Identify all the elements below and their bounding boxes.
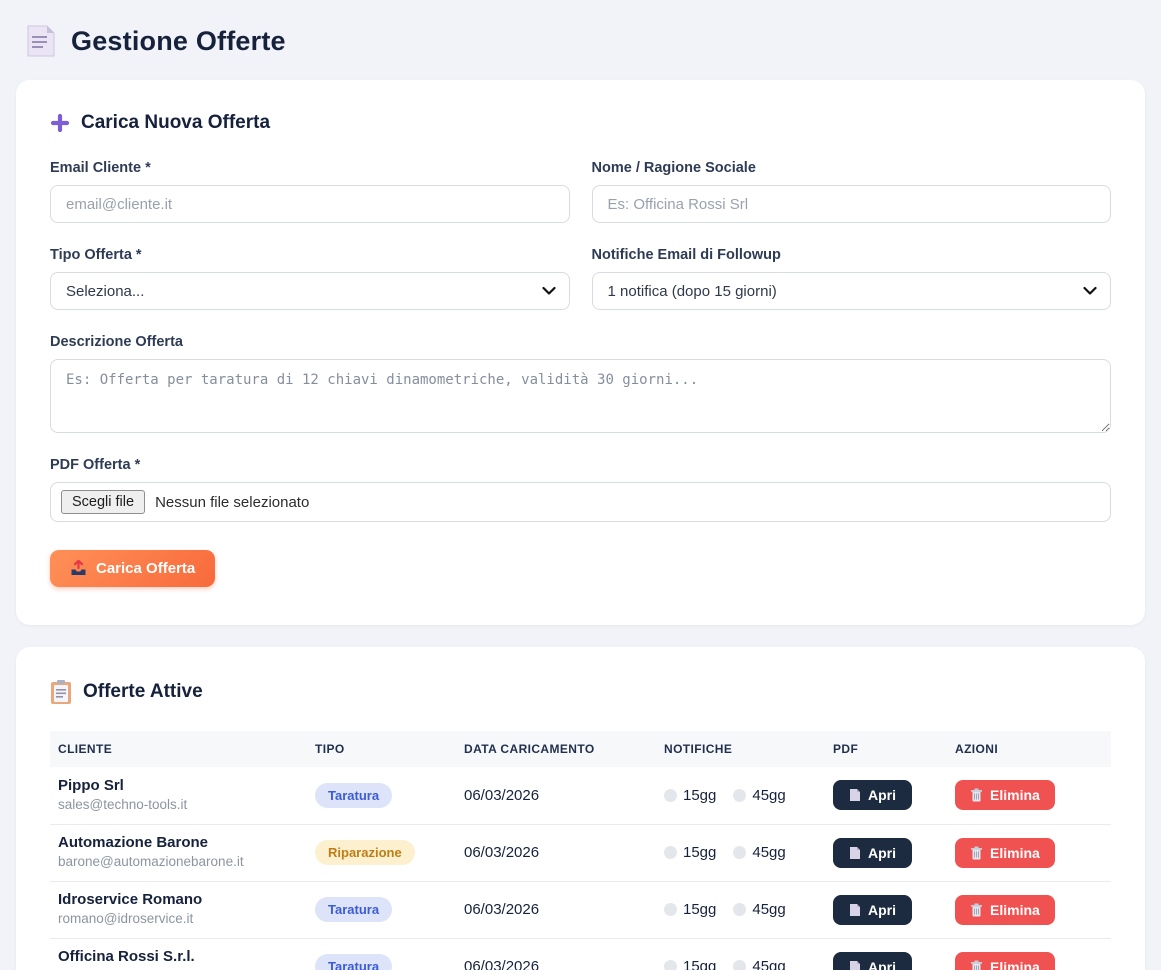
choose-file-button[interactable]: Scegli file: [61, 490, 145, 514]
notify-group: 15gg 45gg: [664, 958, 817, 970]
trash-icon: [970, 788, 983, 802]
notifications-label: Notifiche Email di Followup: [592, 247, 1112, 263]
client-email: romano@idroservice.it: [58, 910, 299, 928]
clipboard-icon: [50, 679, 72, 705]
page-header: Gestione Offerte: [0, 0, 1161, 58]
description-textarea[interactable]: [50, 359, 1111, 433]
open-pdf-button[interactable]: Apri: [833, 780, 912, 810]
table-row: Officina Rossi S.r.l. rossi@email.com Ta…: [50, 938, 1111, 970]
notifications-field-group: Notifiche Email di Followup 1 notifica (…: [592, 247, 1112, 310]
name-label: Nome / Ragione Sociale: [592, 160, 1112, 176]
checkbox-circle-icon: [733, 960, 746, 970]
upload-date: 06/03/2026: [456, 938, 656, 970]
email-input[interactable]: [50, 185, 570, 223]
active-offers-heading-text: Offerte Attive: [83, 681, 203, 703]
upload-offer-button-label: Carica Offerta: [96, 560, 195, 577]
pdf-file-input[interactable]: Scegli file Nessun file selezionato: [50, 482, 1111, 522]
notify-15gg-checkbox[interactable]: 15gg: [664, 958, 716, 970]
column-header-data: DATA CARICAMENTO: [456, 731, 656, 767]
checkbox-circle-icon: [733, 903, 746, 916]
file-status-text: Nessun file selezionato: [155, 494, 309, 511]
upload-date: 06/03/2026: [456, 824, 656, 881]
column-header-notifiche: NOTIFICHE: [656, 731, 825, 767]
open-pdf-button[interactable]: Apri: [833, 952, 912, 970]
notify-45gg-checkbox[interactable]: 45gg: [733, 787, 785, 804]
notify-45gg-checkbox[interactable]: 45gg: [733, 844, 785, 861]
upload-date: 06/03/2026: [456, 881, 656, 938]
client-name: Automazione Barone: [58, 834, 299, 853]
client-name: Officina Rossi S.r.l.: [58, 948, 299, 967]
upload-form-heading: Carica Nuova Offerta: [50, 112, 1111, 134]
client-email: sales@techno-tools.it: [58, 796, 299, 814]
upload-offer-button[interactable]: Carica Offerta: [50, 550, 215, 587]
offer-type-badge: Riparazione: [315, 840, 415, 865]
notify-group: 15gg 45gg: [664, 901, 817, 918]
active-offers-panel: Offerte Attive CLIENTE TIPO DATA CARICAM…: [16, 647, 1145, 970]
notify-15gg-checkbox[interactable]: 15gg: [664, 901, 716, 918]
document-icon: [849, 903, 861, 917]
company-name-input[interactable]: [592, 185, 1112, 223]
upload-icon: [70, 560, 87, 577]
upload-form-heading-text: Carica Nuova Offerta: [81, 112, 270, 134]
checkbox-circle-icon: [733, 846, 746, 859]
trash-icon: [970, 960, 983, 970]
table-row: Pippo Srl sales@techno-tools.it Taratura…: [50, 767, 1111, 824]
name-field-group: Nome / Ragione Sociale: [592, 160, 1112, 223]
page-title: Gestione Offerte: [71, 26, 286, 57]
plus-icon: [50, 113, 70, 133]
document-icon: [849, 846, 861, 860]
offer-type-badge: Taratura: [315, 954, 392, 970]
notify-45gg-checkbox[interactable]: 45gg: [733, 901, 785, 918]
upload-date: 06/03/2026: [456, 767, 656, 824]
table-row: Automazione Barone barone@automazionebar…: [50, 824, 1111, 881]
offer-type-label: Tipo Offerta *: [50, 247, 570, 263]
column-header-tipo: TIPO: [307, 731, 456, 767]
checkbox-circle-icon: [664, 846, 677, 859]
client-name: Idroservice Romano: [58, 891, 299, 910]
notify-45gg-checkbox[interactable]: 45gg: [733, 958, 785, 970]
offer-type-field-group: Tipo Offerta * Seleziona...: [50, 247, 570, 310]
pdf-label: PDF Offerta *: [50, 457, 1111, 473]
open-pdf-button[interactable]: Apri: [833, 838, 912, 868]
offers-table: CLIENTE TIPO DATA CARICAMENTO NOTIFICHE …: [50, 731, 1111, 970]
notifications-select[interactable]: 1 notifica (dopo 15 giorni): [592, 272, 1112, 310]
document-icon: [26, 24, 56, 58]
description-field-group: Descrizione Offerta: [50, 334, 1111, 433]
pdf-field-group: PDF Offerta * Scegli file Nessun file se…: [50, 457, 1111, 522]
email-field-group: Email Cliente *: [50, 160, 570, 223]
upload-form-panel: Carica Nuova Offerta Email Cliente * Nom…: [16, 80, 1145, 625]
client-email: barone@automazionebarone.it: [58, 853, 299, 871]
offer-type-select[interactable]: Seleziona...: [50, 272, 570, 310]
notify-group: 15gg 45gg: [664, 844, 817, 861]
offer-type-badge: Taratura: [315, 897, 392, 922]
document-icon: [849, 960, 861, 970]
column-header-pdf: PDF: [825, 731, 947, 767]
document-icon: [849, 788, 861, 802]
notify-15gg-checkbox[interactable]: 15gg: [664, 787, 716, 804]
column-header-cliente: CLIENTE: [50, 731, 307, 767]
checkbox-circle-icon: [733, 789, 746, 802]
checkbox-circle-icon: [664, 789, 677, 802]
checkbox-circle-icon: [664, 903, 677, 916]
offers-table-header-row: CLIENTE TIPO DATA CARICAMENTO NOTIFICHE …: [50, 731, 1111, 767]
offer-type-badge: Taratura: [315, 783, 392, 808]
checkbox-circle-icon: [664, 960, 677, 970]
delete-offer-button[interactable]: Elimina: [955, 952, 1055, 970]
notify-15gg-checkbox[interactable]: 15gg: [664, 844, 716, 861]
column-header-azioni: AZIONI: [947, 731, 1111, 767]
delete-offer-button[interactable]: Elimina: [955, 895, 1055, 925]
trash-icon: [970, 903, 983, 917]
client-name: Pippo Srl: [58, 777, 299, 796]
delete-offer-button[interactable]: Elimina: [955, 838, 1055, 868]
email-label: Email Cliente *: [50, 160, 570, 176]
active-offers-heading: Offerte Attive: [50, 679, 1111, 705]
table-row: Idroservice Romano romano@idroservice.it…: [50, 881, 1111, 938]
notify-group: 15gg 45gg: [664, 787, 817, 804]
delete-offer-button[interactable]: Elimina: [955, 780, 1055, 810]
open-pdf-button[interactable]: Apri: [833, 895, 912, 925]
description-label: Descrizione Offerta: [50, 334, 1111, 350]
trash-icon: [970, 846, 983, 860]
